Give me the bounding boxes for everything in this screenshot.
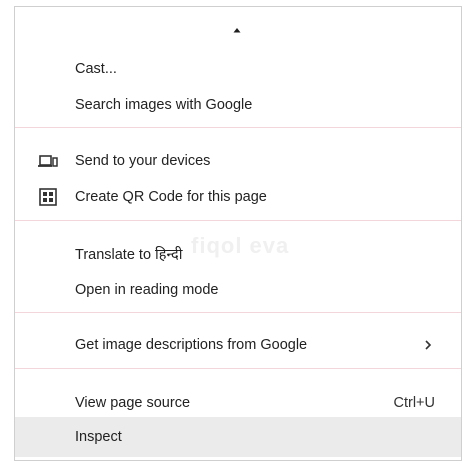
- menu-item-send-to-devices[interactable]: Send to your devices: [15, 144, 461, 178]
- menu-item-label: Send to your devices: [75, 153, 211, 169]
- menu-item-label: Translate to हिन्दी: [75, 247, 183, 263]
- menu-item-create-qr-code[interactable]: Create QR Code for this page: [15, 180, 461, 214]
- menu-item-label: View page source: [75, 395, 191, 411]
- menu-item-cast[interactable]: Cast...: [15, 52, 461, 86]
- menu-divider: [15, 368, 461, 369]
- menu-item-image-descriptions[interactable]: Get image descriptions from Google: [15, 328, 461, 362]
- menu-item-label: Search images with Google: [75, 97, 253, 113]
- menu-item-translate[interactable]: Translate to हिन्दी: [15, 238, 461, 272]
- menu-item-search-images[interactable]: Search images with Google: [15, 88, 461, 122]
- context-menu: fiqol eva Cast... Search images with Goo…: [14, 6, 462, 461]
- menu-item-reading-mode[interactable]: Open in reading mode: [15, 273, 461, 307]
- menu-divider: [15, 312, 461, 313]
- menu-item-shortcut: Ctrl+U: [393, 395, 436, 411]
- menu-item-label: Cast...: [75, 61, 117, 77]
- menu-item-label: Open in reading mode: [75, 282, 219, 298]
- menu-item-label: Get image descriptions from Google: [75, 337, 308, 353]
- menu-item-label: Inspect: [75, 429, 122, 445]
- menu-item-view-page-source[interactable]: View page source Ctrl+U: [15, 386, 461, 420]
- menu-item-inspect[interactable]: Inspect: [15, 417, 461, 457]
- chevron-right-icon: [425, 340, 432, 350]
- scroll-up-arrow-icon[interactable]: [231, 25, 243, 35]
- menu-divider: [15, 127, 461, 128]
- menu-divider: [15, 220, 461, 221]
- devices-icon: [38, 155, 58, 167]
- menu-item-label: Create QR Code for this page: [75, 189, 267, 205]
- qr-code-icon: [39, 188, 57, 206]
